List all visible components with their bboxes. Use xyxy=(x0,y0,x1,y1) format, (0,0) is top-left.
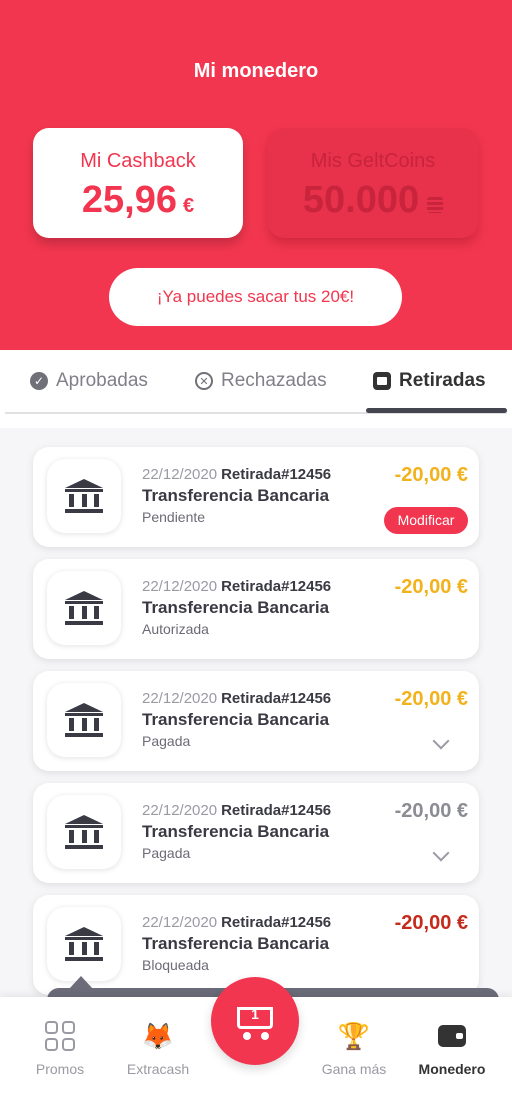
bank-icon-tile xyxy=(47,795,121,869)
chevron-down-icon[interactable] xyxy=(432,844,450,862)
check-circle-icon: ✓ xyxy=(30,372,48,390)
tab-retiradas[interactable]: Retiradas xyxy=(373,370,486,392)
withdrawal-amount: -20,00 € xyxy=(394,688,468,710)
cashback-label: Mi Cashback xyxy=(80,150,196,172)
withdrawal-meta: 22/12/2020 Retirada#12456 xyxy=(142,802,331,819)
withdrawal-title: Transferencia Bancaria xyxy=(142,486,330,505)
withdrawal-ref: Retirada#12456 xyxy=(221,914,332,931)
withdrawal-amount: -20,00 € xyxy=(394,576,468,598)
bank-icon xyxy=(65,591,103,625)
withdrawal-title: Transferencia Bancaria xyxy=(142,710,330,729)
calendar-icon xyxy=(373,372,391,390)
bank-icon xyxy=(65,815,103,849)
withdrawal-meta: 22/12/2020 Retirada#12456 xyxy=(142,466,331,483)
nav-label: Extracash xyxy=(126,1061,190,1077)
geltcoins-amount: 50.000 xyxy=(302,179,420,221)
withdrawal-date: 22/12/2020 xyxy=(142,802,218,819)
geltcoins-value: 50.000 xyxy=(268,179,478,222)
bank-icon-tile xyxy=(47,571,121,645)
status-tabs: ✓ Aprobadas ✕ Rechazadas Retiradas xyxy=(5,350,507,414)
withdrawal-ref: Retirada#12456 xyxy=(221,690,332,707)
withdrawal-status: Pagada xyxy=(142,845,191,861)
withdrawal-title: Transferencia Bancaria xyxy=(142,934,330,953)
withdrawal-ref: Retirada#12456 xyxy=(221,802,332,819)
cashback-currency: € xyxy=(182,195,195,217)
withdrawal-amount: -20,00 € xyxy=(394,464,468,486)
nav-label: Gana más xyxy=(321,1061,387,1077)
withdrawal-status: Pendiente xyxy=(142,509,206,525)
withdrawal-date: 22/12/2020 xyxy=(142,690,218,707)
bank-icon xyxy=(65,927,103,961)
withdrawal-status: Autorizada xyxy=(142,621,209,637)
withdrawal-meta: 22/12/2020 Retirada#12456 xyxy=(142,914,331,931)
bank-icon xyxy=(65,479,103,513)
cashback-amount: 25,96 xyxy=(81,179,177,221)
cart-count-badge: 1 xyxy=(251,1006,259,1022)
cart-icon: 1 xyxy=(233,1001,277,1041)
tab-rechazadas[interactable]: ✕ Rechazadas xyxy=(195,370,327,392)
tab-label: Retiradas xyxy=(399,370,486,391)
withdrawal-date: 22/12/2020 xyxy=(142,914,218,931)
wallet-icon xyxy=(435,1019,469,1053)
nav-gana-mas[interactable]: 🏆 Gana más xyxy=(304,1015,404,1078)
withdrawal-amount: -20,00 € xyxy=(394,912,468,934)
withdrawal-amount: -20,00 € xyxy=(394,800,468,822)
nav-promos[interactable]: Promos xyxy=(10,1015,110,1077)
bank-icon-tile xyxy=(47,459,121,533)
geltcoins-label: Mis GeltCoins xyxy=(310,150,436,172)
grid-icon xyxy=(43,1019,77,1053)
trophy-icon: 🏆 xyxy=(337,1020,371,1051)
bank-icon-tile xyxy=(47,683,121,757)
cashback-card[interactable]: Mi Cashback 25,96 € xyxy=(33,128,243,238)
cashback-value: 25,96 € xyxy=(33,179,243,222)
withdrawal-date: 22/12/2020 xyxy=(142,466,218,483)
geltcoins-card[interactable]: Mis GeltCoins 50.000 xyxy=(268,128,478,238)
chevron-down-icon[interactable] xyxy=(432,732,450,750)
withdrawal-row[interactable]: 22/12/2020 Retirada#12456 Transferencia B… xyxy=(33,559,479,659)
wallet-header: Mi monedero Mi Cashback 25,96 € Mis GeltC… xyxy=(0,0,512,350)
withdrawals-list[interactable]: 22/12/2020 Retirada#12456 Transferencia B… xyxy=(0,428,512,1000)
coin-stack-icon xyxy=(427,197,444,213)
withdrawal-ref: Retirada#12456 xyxy=(221,578,332,595)
cart-button[interactable]: 1 xyxy=(211,977,299,1065)
page-title: Mi monedero xyxy=(193,60,319,82)
tab-label: Rechazadas xyxy=(221,370,327,391)
withdrawal-status: Pagada xyxy=(142,733,191,749)
bank-icon-tile xyxy=(47,907,121,981)
active-tab-indicator xyxy=(366,408,507,413)
withdrawal-row[interactable]: 22/12/2020 Retirada#12456 Transferencia B… xyxy=(33,671,479,771)
withdrawal-status: Bloqueada xyxy=(142,957,209,973)
withdraw-cta-button[interactable]: ¡Ya puedes sacar tus 20€! xyxy=(109,268,402,326)
fox-icon: 🦊 xyxy=(141,1020,175,1051)
withdrawal-meta: 22/12/2020 Retirada#12456 xyxy=(142,690,331,707)
withdrawal-ref: Retirada#12456 xyxy=(221,466,332,483)
withdrawal-meta: 22/12/2020 Retirada#12456 xyxy=(142,578,331,595)
nav-label: Monedero xyxy=(418,1061,486,1077)
withdrawal-row[interactable]: 22/12/2020 Retirada#12456 Transferencia B… xyxy=(33,783,479,883)
nav-extracash[interactable]: 🦊 Extracash xyxy=(108,1015,208,1078)
x-circle-icon: ✕ xyxy=(195,372,213,390)
withdrawal-title: Transferencia Bancaria xyxy=(142,822,330,841)
nav-monedero[interactable]: Monedero xyxy=(402,1015,502,1077)
tab-aprobadas[interactable]: ✓ Aprobadas xyxy=(30,370,148,392)
modify-button[interactable]: Modificar xyxy=(384,507,468,534)
bank-icon xyxy=(65,703,103,737)
withdrawal-date: 22/12/2020 xyxy=(142,578,218,595)
withdrawal-row[interactable]: 22/12/2020 Retirada#12456 Transferencia B… xyxy=(33,447,479,547)
tab-label: Aprobadas xyxy=(56,370,148,391)
nav-label: Promos xyxy=(35,1061,85,1077)
withdrawal-title: Transferencia Bancaria xyxy=(142,598,330,617)
